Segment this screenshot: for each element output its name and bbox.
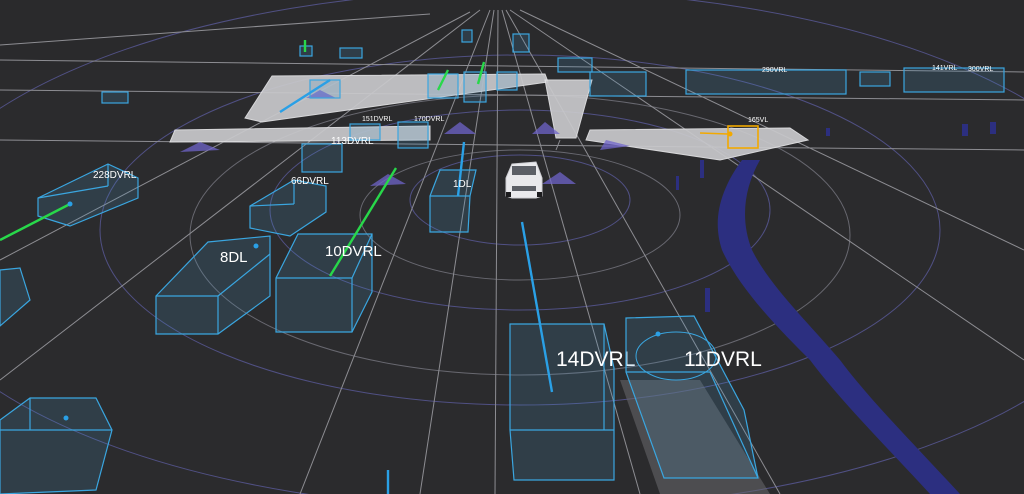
object-label: 8DL — [220, 249, 248, 266]
tracked-object-box — [339, 47, 363, 59]
object-label: 165VL — [748, 117, 768, 124]
tracked-object-14: 14DVRL — [509, 221, 635, 481]
object-label: 290VRL — [762, 67, 787, 74]
curb-post — [990, 122, 996, 134]
white-car-icon — [505, 161, 543, 199]
center-dot — [727, 131, 733, 137]
curb-polyline — [717, 160, 960, 494]
tracked-object-box — [461, 29, 473, 43]
perception-view: 165VL 151DVRL 170DVRL 290VRL 141VRL 300V… — [0, 0, 1024, 494]
tracked-object-box — [463, 71, 487, 103]
tracked-object-66: 66DVRL — [249, 176, 329, 237]
object-label: 1DL — [453, 179, 472, 190]
center-dot — [655, 331, 661, 337]
car-windshield — [512, 166, 536, 175]
curb-post — [676, 176, 679, 190]
object-label: 10DVRL — [325, 243, 382, 260]
object-label: 141VRL — [932, 65, 957, 72]
car-rear-window — [512, 186, 536, 191]
tracked-object-box — [0, 267, 31, 327]
object-label: 11DVRL — [684, 348, 762, 371]
center-dot — [253, 243, 259, 249]
tracked-object-bottom-left — [0, 397, 113, 494]
curb-post — [700, 160, 704, 178]
tracked-object-228: 228DVRL — [0, 163, 139, 242]
tracked-object-box — [496, 71, 518, 91]
object-label: 113DVRL — [331, 136, 374, 147]
curb-post — [962, 124, 968, 136]
object-label: 66DVRL — [291, 176, 329, 187]
object-label: 228DVRL — [93, 170, 137, 181]
tracked-object-box — [859, 71, 891, 87]
object-box — [155, 235, 271, 335]
crosswalk — [169, 125, 431, 143]
tracked-object-box — [557, 57, 593, 73]
car-wheel — [506, 192, 511, 197]
object-box — [0, 397, 113, 494]
tracked-object-box — [101, 91, 129, 104]
object-box — [249, 179, 327, 237]
tracked-object-box — [512, 33, 530, 53]
object-label: 300VRL — [968, 66, 993, 73]
lane-arrow — [444, 122, 476, 134]
curb-post — [826, 128, 830, 136]
tracked-object-box — [397, 121, 429, 149]
center-dot — [63, 415, 69, 421]
lane-arrow — [542, 172, 576, 184]
object-label: 14DVRL — [556, 348, 635, 371]
car-wheel — [537, 192, 542, 197]
heading-line — [699, 132, 729, 135]
tracked-object-8: 8DL — [155, 235, 271, 335]
lane-line — [0, 89, 1024, 101]
center-dot — [67, 201, 73, 207]
object-box — [301, 143, 343, 173]
curb-post — [705, 288, 710, 312]
tracked-object-box — [589, 71, 647, 97]
object-label: 151DVRL — [362, 116, 392, 123]
